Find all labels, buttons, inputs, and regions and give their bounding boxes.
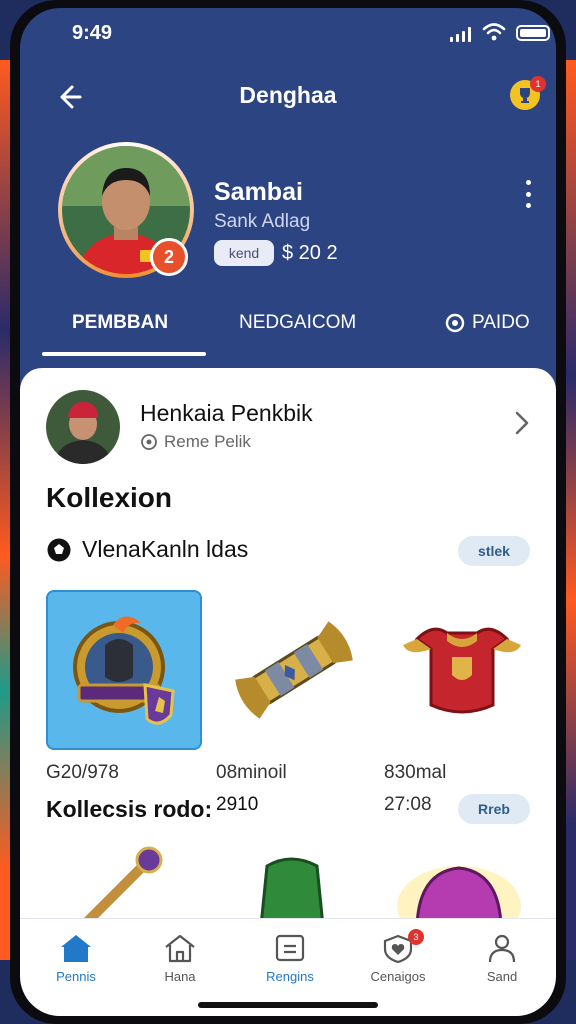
green-boots-image [259,857,325,926]
profile-value: $ 20 2 [282,242,338,264]
status-bar: 9:49 [20,8,556,60]
nav-item-rengins[interactable]: Rengins [240,933,340,984]
staff-image [80,846,163,926]
person-icon [488,934,516,963]
target-icon [445,313,465,333]
collection-item-staff[interactable] [60,846,210,928]
more-options-icon[interactable] [518,180,538,208]
user-avatar[interactable] [46,390,120,464]
nav-label: Rengins [266,969,314,984]
location-icon [141,434,157,450]
battery-icon [516,25,550,41]
shield-crest-image [73,616,175,725]
home-indicator [198,1002,378,1008]
nav-item-pennis[interactable]: Pennis [26,933,126,984]
wifi-icon [482,23,506,41]
item-caption: 08minoil [216,762,287,783]
nav-label: Hana [164,969,196,984]
collection-footer-label: Kollecsis rodo: [46,796,213,822]
profile-name: Sambai [214,178,303,206]
phone-frame: 9:49 Denghaa 1 2 Sambai Sank Adlag kend … [10,0,566,1024]
item-caption: 830mal [384,762,447,783]
subsection-header: VlenaKanln ldas [46,536,248,563]
app-stage: 9:49 Denghaa 1 2 Sambai Sank Adlag kend … [0,0,576,1024]
nav-item-hana[interactable]: Hana [130,933,230,984]
nav-label: Sand [486,969,518,984]
profile-tag[interactable]: kend [214,240,274,266]
notification-button[interactable]: 1 [510,76,546,110]
home-filled-icon [61,935,91,962]
golden-bracers-image [235,621,353,719]
purple-bag-image [397,866,521,926]
profile-handle: Sank Adlag [214,211,311,232]
profile-avatar[interactable]: 2 [58,142,194,278]
notification-count: 1 [530,76,546,92]
status-time: 9:49 [72,22,113,44]
content-card: Henkaia Penkbik Reme Pelik Kollexion Vle… [20,368,556,928]
user-subtitle: Reme Pelik [140,432,251,452]
item-caption: G20/978 [46,762,119,783]
page-title: Denghaa [239,82,337,108]
tab-paido-label: PAIDO [472,312,530,333]
nav-item-cenaigos[interactable]: 3 Cenaigos [348,929,448,984]
nav-label: Cenaigos [370,969,426,984]
user-name: Henkaia Penkbik [140,400,313,426]
nav-badge: 3 [408,929,424,945]
user-subtitle-text: Reme Pelik [164,432,251,451]
section-title: Kollexion [46,482,173,513]
level-badge: 2 [150,238,188,276]
chevron-right-icon[interactable] [512,408,532,438]
screen: 9:49 Denghaa 1 2 Sambai Sank Adlag kend … [20,8,556,1016]
subsection-label: VlenaKanln ldas [82,536,249,562]
tab-nedgaicom[interactable]: NEDGAICOM [239,312,356,334]
ticket-icon [275,934,305,962]
soccer-ball-icon [47,538,71,561]
filter-pill[interactable]: stlek [458,536,530,566]
tab-pembban[interactable]: PEMBBAN [72,312,168,334]
collection-item-boots[interactable] [216,846,366,928]
collection-item-bracers[interactable] [216,590,372,750]
collection-item-bag[interactable] [384,846,534,928]
collection-item-armor[interactable] [384,590,540,750]
home-outline-icon [165,934,195,963]
nav-item-sand[interactable]: Sand [452,933,552,984]
tab-paido[interactable]: PAIDO [444,312,530,334]
collection-footer-value: 2910 [216,794,259,815]
collection-item-shield[interactable] [46,590,202,750]
user-portrait-image [46,390,120,464]
red-armor-image [403,627,521,714]
tab-bar: PEMBBAN NEDGAICOM PAIDO [20,304,556,356]
active-tab-indicator [42,352,206,356]
filter-pill[interactable]: Rreb [458,794,530,824]
collection-footer-value: 27:08 [384,794,432,815]
signal-icon [450,26,471,42]
nav-label: Pennis [56,969,96,984]
